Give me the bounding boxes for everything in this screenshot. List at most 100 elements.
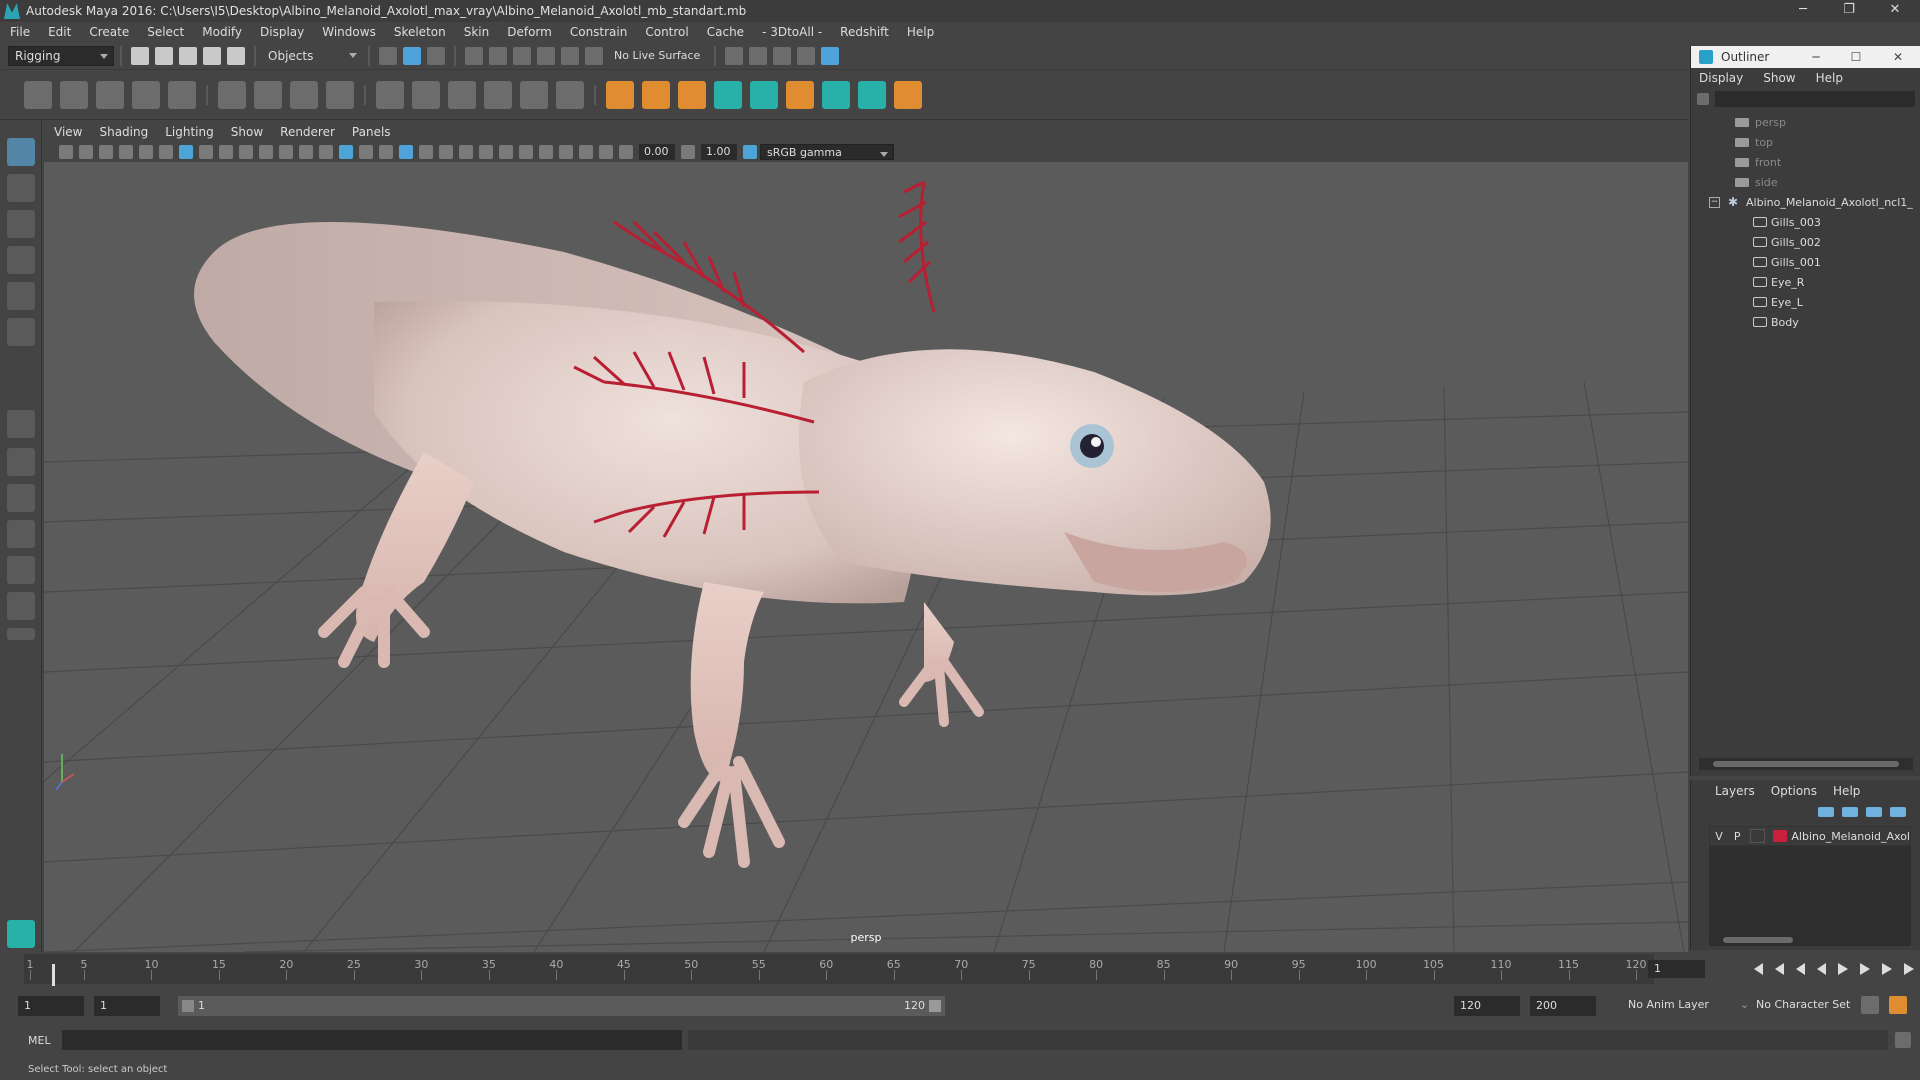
- vp-menu-renderer[interactable]: Renderer: [280, 125, 335, 139]
- menu-3dtoall[interactable]: - 3DtoAll -: [762, 25, 822, 39]
- snap-live-icon[interactable]: [585, 46, 603, 65]
- live-surface-label[interactable]: No Live Surface: [614, 49, 700, 62]
- layers-menu-layers[interactable]: Layers: [1715, 784, 1755, 798]
- perspective-viewport[interactable]: persp: [44, 162, 1688, 952]
- close-button[interactable]: ✕: [1872, 0, 1918, 22]
- scroll-thumb[interactable]: [1723, 937, 1793, 943]
- animation-preferences-icon[interactable]: [1889, 996, 1907, 1014]
- hik-character-icon[interactable]: [714, 80, 742, 109]
- ik-handle-icon[interactable]: [60, 80, 88, 109]
- vp-menu-show[interactable]: Show: [231, 125, 263, 139]
- xray-components-icon[interactable]: [599, 145, 613, 159]
- camera-lock-icon[interactable]: [79, 145, 93, 159]
- snap-surface-icon[interactable]: [561, 46, 579, 65]
- snap-grid-icon[interactable]: [465, 46, 483, 65]
- outliner-item-body[interactable]: Body: [1691, 312, 1920, 332]
- menu-edit[interactable]: Edit: [48, 25, 71, 39]
- select-object-icon[interactable]: [403, 46, 421, 65]
- outliner-item-front[interactable]: front: [1691, 152, 1920, 172]
- menu-create[interactable]: Create: [89, 25, 129, 39]
- animation-end-field[interactable]: 200: [1530, 996, 1596, 1016]
- depth-of-field-icon[interactable]: [519, 145, 533, 159]
- rotate-tool-icon[interactable]: [7, 282, 35, 310]
- toolbox-more-icon[interactable]: [7, 628, 35, 640]
- vp-menu-lighting[interactable]: Lighting: [165, 125, 214, 139]
- gamma-field[interactable]: 1.00: [701, 144, 737, 160]
- outliner-maximize-button[interactable]: ☐: [1841, 46, 1871, 68]
- snap-point-icon[interactable]: [513, 46, 531, 65]
- cluster-icon[interactable]: [254, 80, 282, 109]
- hypershade-layout-icon[interactable]: [7, 556, 35, 584]
- redo-icon[interactable]: [227, 46, 245, 65]
- new-layer-selected-icon[interactable]: [1890, 807, 1906, 817]
- outliner-item-axolotl-group[interactable]: − ✱ Albino_Melanoid_Axolotl_ncl1_: [1691, 192, 1920, 212]
- menu-modify[interactable]: Modify: [202, 25, 242, 39]
- outliner-item-eye-l[interactable]: Eye_L: [1691, 292, 1920, 312]
- minimize-button[interactable]: ─: [1780, 0, 1826, 22]
- layer-row[interactable]: V P Albino_Melanoid_Axol: [1709, 826, 1911, 846]
- move-tool-icon[interactable]: [7, 246, 35, 274]
- gate-mask-icon[interactable]: [239, 145, 253, 159]
- character-set-dropdown[interactable]: No Character Set: [1756, 998, 1850, 1011]
- four-view-layout-icon[interactable]: [7, 448, 35, 476]
- menuset-dropdown[interactable]: Rigging: [8, 45, 114, 66]
- use-all-lights-icon[interactable]: [419, 145, 433, 159]
- film-gate-icon[interactable]: [199, 145, 213, 159]
- menu-display[interactable]: Display: [260, 25, 304, 39]
- image-plane-icon[interactable]: [119, 145, 133, 159]
- new-empty-layer-icon[interactable]: [1866, 807, 1882, 817]
- menu-skin[interactable]: Skin: [464, 25, 490, 39]
- menu-windows[interactable]: Windows: [322, 25, 376, 39]
- menu-file[interactable]: File: [10, 25, 30, 39]
- anim-layer-dropdown-arrow-icon[interactable]: ⌄: [1740, 998, 1749, 1011]
- range-bar[interactable]: 1 120: [178, 996, 945, 1016]
- prune-weights-icon[interactable]: [556, 80, 584, 109]
- outliner-item-top[interactable]: top: [1691, 132, 1920, 152]
- move-layer-down-icon[interactable]: [1842, 807, 1858, 817]
- ik-spline-icon[interactable]: [96, 80, 124, 109]
- wireframe-on-shaded-icon[interactable]: [379, 145, 393, 159]
- key-tangent-icon[interactable]: [786, 80, 814, 109]
- outliner-menu-show[interactable]: Show: [1763, 71, 1795, 85]
- selection-mode-dropdown[interactable]: Objects: [262, 45, 362, 66]
- time-slider-track[interactable]: 1 5 10 15 20 25 30 35 40 45 50 55 60 65 70 75 80 85 90 95 10…: [24, 954, 1654, 986]
- layer-display-type[interactable]: [1750, 829, 1765, 843]
- step-forward-key-icon[interactable]: [1860, 963, 1870, 975]
- outliner-search-input[interactable]: [1715, 91, 1915, 107]
- command-input[interactable]: [62, 1030, 682, 1050]
- exposure-icon[interactable]: [619, 145, 633, 159]
- bookmark-icon[interactable]: [99, 145, 113, 159]
- hypershade-icon[interactable]: [821, 46, 840, 65]
- vp-menu-panels[interactable]: Panels: [352, 125, 391, 139]
- render-view-icon[interactable]: [725, 46, 744, 65]
- mirror-weights-icon[interactable]: [484, 80, 512, 109]
- outliner-item-eye-r[interactable]: Eye_R: [1691, 272, 1920, 292]
- shadows-icon[interactable]: [439, 145, 453, 159]
- anti-aliasing-icon[interactable]: [499, 145, 513, 159]
- snap-curve-icon[interactable]: [489, 46, 507, 65]
- camera-select-icon[interactable]: [59, 145, 73, 159]
- outliner-close-button[interactable]: ✕: [1883, 46, 1913, 68]
- outliner-minimize-button[interactable]: ─: [1801, 46, 1831, 68]
- range-left-handle[interactable]: [182, 1000, 194, 1012]
- command-language-label[interactable]: MEL: [28, 1034, 62, 1047]
- screen-space-ao-icon[interactable]: [459, 145, 473, 159]
- step-forward-frame-icon[interactable]: [1882, 963, 1892, 975]
- safe-title-icon[interactable]: [299, 145, 313, 159]
- menu-help[interactable]: Help: [907, 25, 934, 39]
- safe-action-icon[interactable]: [279, 145, 293, 159]
- point-constraint-icon[interactable]: [642, 80, 670, 109]
- outliner-horizontal-scrollbar[interactable]: [1699, 758, 1913, 770]
- render-settings-icon[interactable]: [797, 46, 816, 65]
- resolution-gate-icon[interactable]: [219, 145, 233, 159]
- anim-layer-dropdown[interactable]: No Anim Layer: [1628, 998, 1709, 1011]
- script-editor-icon[interactable]: [1895, 1032, 1911, 1048]
- collapse-toggle-icon[interactable]: −: [1709, 196, 1720, 208]
- play-backwards-icon[interactable]: [1817, 963, 1826, 975]
- layer-playback-toggle[interactable]: P: [1728, 830, 1746, 843]
- filter-icon[interactable]: [1697, 93, 1709, 105]
- wireframe-icon[interactable]: [319, 145, 333, 159]
- new-scene-icon[interactable]: [131, 46, 149, 65]
- xray-joints-icon[interactable]: [579, 145, 593, 159]
- outliner-menu-help[interactable]: Help: [1816, 71, 1843, 85]
